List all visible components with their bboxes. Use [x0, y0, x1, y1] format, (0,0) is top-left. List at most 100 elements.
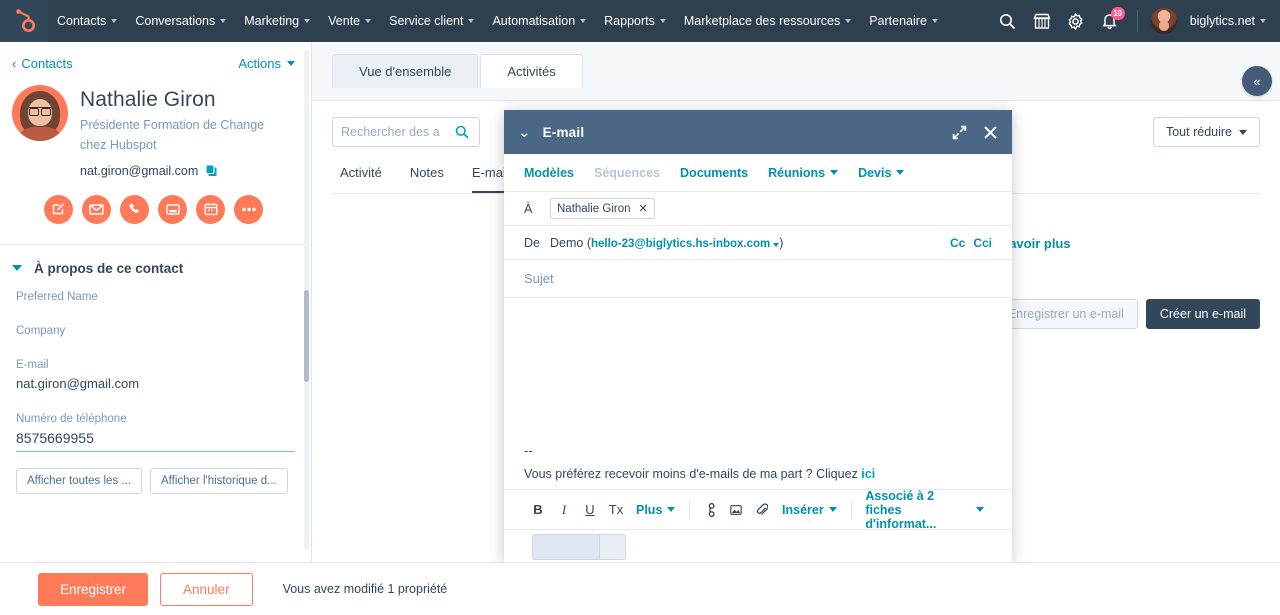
- contact-properties: Preferred Name Company E-mail nat.giron@…: [0, 291, 311, 452]
- hubspot-logo[interactable]: [0, 0, 48, 42]
- from-field-label: De: [524, 236, 550, 250]
- link-icon[interactable]: [704, 503, 716, 517]
- chevron-down-icon: [580, 19, 586, 23]
- chevron-down-icon[interactable]: ⌄: [518, 125, 531, 140]
- paperclip-icon[interactable]: [756, 503, 768, 517]
- nav-item-vente[interactable]: Vente: [319, 0, 380, 42]
- property-email[interactable]: E-mail nat.giron@gmail.com: [16, 359, 295, 391]
- more-formatting-button[interactable]: Plus: [636, 503, 675, 517]
- notifications-bell-icon[interactable]: 10: [1095, 0, 1125, 42]
- nav-item-automatisation[interactable]: Automatisation: [483, 0, 595, 42]
- search-input[interactable]: [341, 125, 449, 139]
- tab-activites[interactable]: Activités: [480, 54, 582, 88]
- nav-item-rapports[interactable]: Rapports: [595, 0, 675, 42]
- insert-button[interactable]: Insérer: [782, 503, 837, 517]
- close-x-icon[interactable]: [983, 125, 998, 140]
- italic-icon[interactable]: I: [558, 502, 570, 518]
- from-name: Demo: [550, 236, 583, 250]
- copy-icon[interactable]: [205, 164, 218, 177]
- actions-label: Actions: [238, 56, 281, 71]
- nav-item-marketing[interactable]: Marketing: [235, 0, 319, 42]
- nav-item-partenaire[interactable]: Partenaire: [860, 0, 947, 42]
- settings-gear-icon[interactable]: [1061, 0, 1091, 42]
- save-button[interactable]: Enregistrer: [38, 573, 148, 606]
- nav-item-conversations[interactable]: Conversations: [126, 0, 235, 42]
- search-input-wrapper[interactable]: [332, 117, 480, 147]
- close-x-icon[interactable]: ✕: [639, 202, 648, 215]
- bold-icon[interactable]: B: [532, 502, 544, 517]
- search-icon[interactable]: [993, 0, 1023, 42]
- property-phone-number[interactable]: Numéro de téléphone 8575669955: [16, 413, 295, 452]
- account-menu[interactable]: biglytics.net: [1190, 14, 1266, 28]
- marketplace-icon[interactable]: [1027, 0, 1057, 42]
- unsubscribe-link[interactable]: ici: [861, 467, 875, 481]
- subtab-activite[interactable]: Activité: [340, 165, 382, 194]
- nav-item-label: Automatisation: [492, 14, 575, 28]
- property-label: E-mail: [16, 359, 295, 371]
- nav-item-label: Service client: [389, 14, 463, 28]
- property-company[interactable]: Company: [16, 325, 295, 337]
- cancel-button[interactable]: Annuler: [160, 573, 253, 606]
- email-body-editor[interactable]: -- Vous préférez recevoir moins d'e-mail…: [504, 298, 1012, 489]
- send-options-dropdown[interactable]: [600, 534, 626, 560]
- signature-line: Vous préférez recevoir moins d'e-mails d…: [524, 467, 992, 481]
- recipient-chip[interactable]: Nathalie Giron ✕: [550, 198, 655, 219]
- meeting-calendar-icon[interactable]: [196, 195, 225, 224]
- contact-email-row: nat.giron@gmail.com: [80, 164, 292, 178]
- chevron-down-icon: [667, 507, 675, 512]
- meetings-button[interactable]: Réunions: [768, 166, 838, 180]
- nav-item-contacts[interactable]: Contacts: [48, 0, 126, 42]
- cc-link[interactable]: Cc: [950, 236, 965, 250]
- sidebar-scrollbar-thumb[interactable]: [304, 290, 309, 382]
- search-icon: [455, 125, 469, 139]
- tab-vue-densemble[interactable]: Vue d'ensemble: [332, 54, 478, 88]
- quotes-button[interactable]: Devis: [858, 166, 904, 180]
- contact-summary: Nathalie Giron Présidente Formation de C…: [0, 79, 311, 178]
- templates-button[interactable]: Modèles: [524, 166, 574, 180]
- collapse-right-panel-icon[interactable]: «: [1242, 66, 1272, 96]
- nav-item-label: Vente: [328, 14, 360, 28]
- back-to-contacts-link[interactable]: ‹ Contacts: [12, 56, 73, 71]
- from-address-wrapper[interactable]: (hello-23@biglytics.hs-inbox.com): [583, 236, 783, 250]
- association-button[interactable]: Associé à 2 fiches d'informat...: [865, 489, 984, 531]
- chevron-down-icon: [111, 19, 117, 23]
- subtab-notes[interactable]: Notes: [410, 165, 444, 194]
- call-icon[interactable]: [120, 195, 149, 224]
- underline-icon[interactable]: U: [584, 502, 596, 517]
- subtab-label: Notes: [410, 165, 444, 180]
- avatar[interactable]: [1150, 7, 1178, 35]
- email-icon[interactable]: [82, 195, 111, 224]
- nav-right-utilities: 10 biglytics.net: [993, 0, 1280, 42]
- create-email-button[interactable]: Créer un e-mail: [1146, 299, 1260, 329]
- about-section-header[interactable]: À propos de ce contact: [0, 245, 311, 291]
- tab-label: Activités: [507, 64, 555, 79]
- to-field-row[interactable]: À Nathalie Giron ✕: [504, 192, 1012, 226]
- nav-item-marketplace[interactable]: Marketplace des ressources: [675, 0, 860, 42]
- nav-item-service-client[interactable]: Service client: [380, 0, 483, 42]
- image-icon[interactable]: [730, 504, 742, 516]
- bcc-link[interactable]: Cci: [973, 236, 992, 250]
- from-field-row[interactable]: De Demo (hello-23@biglytics.hs-inbox.com…: [504, 226, 1012, 260]
- contact-name: Nathalie Giron: [80, 87, 292, 112]
- collapse-all-button[interactable]: Tout réduire: [1153, 117, 1260, 147]
- notification-count-badge: 10: [1111, 7, 1125, 20]
- note-icon[interactable]: [44, 195, 73, 224]
- about-section-title: À propos de ce contact: [34, 261, 183, 276]
- sequences-button[interactable]: Séquences: [594, 166, 660, 180]
- documents-button[interactable]: Documents: [680, 166, 748, 180]
- log-icon[interactable]: [158, 195, 187, 224]
- more-icon[interactable]: [234, 195, 263, 224]
- save-bar: Enregistrer Annuler Vous avez modifié 1 …: [0, 562, 1280, 615]
- chevron-down-icon: [365, 19, 371, 23]
- actions-dropdown[interactable]: Actions: [238, 56, 295, 71]
- chevron-down-icon: [845, 19, 851, 23]
- show-property-history-button[interactable]: Afficher l'historique d...: [150, 468, 288, 494]
- log-email-button[interactable]: Enregistrer un e-mail: [994, 299, 1138, 329]
- send-button[interactable]: [532, 534, 600, 560]
- chevron-down-icon: [932, 19, 938, 23]
- show-all-properties-button[interactable]: Afficher toutes les ...: [16, 468, 142, 494]
- clear-formatting-icon[interactable]: Tx: [610, 502, 622, 517]
- property-preferred-name[interactable]: Preferred Name: [16, 291, 295, 303]
- subject-field[interactable]: Sujet: [504, 260, 1012, 298]
- expand-diagonal-icon[interactable]: [952, 125, 967, 140]
